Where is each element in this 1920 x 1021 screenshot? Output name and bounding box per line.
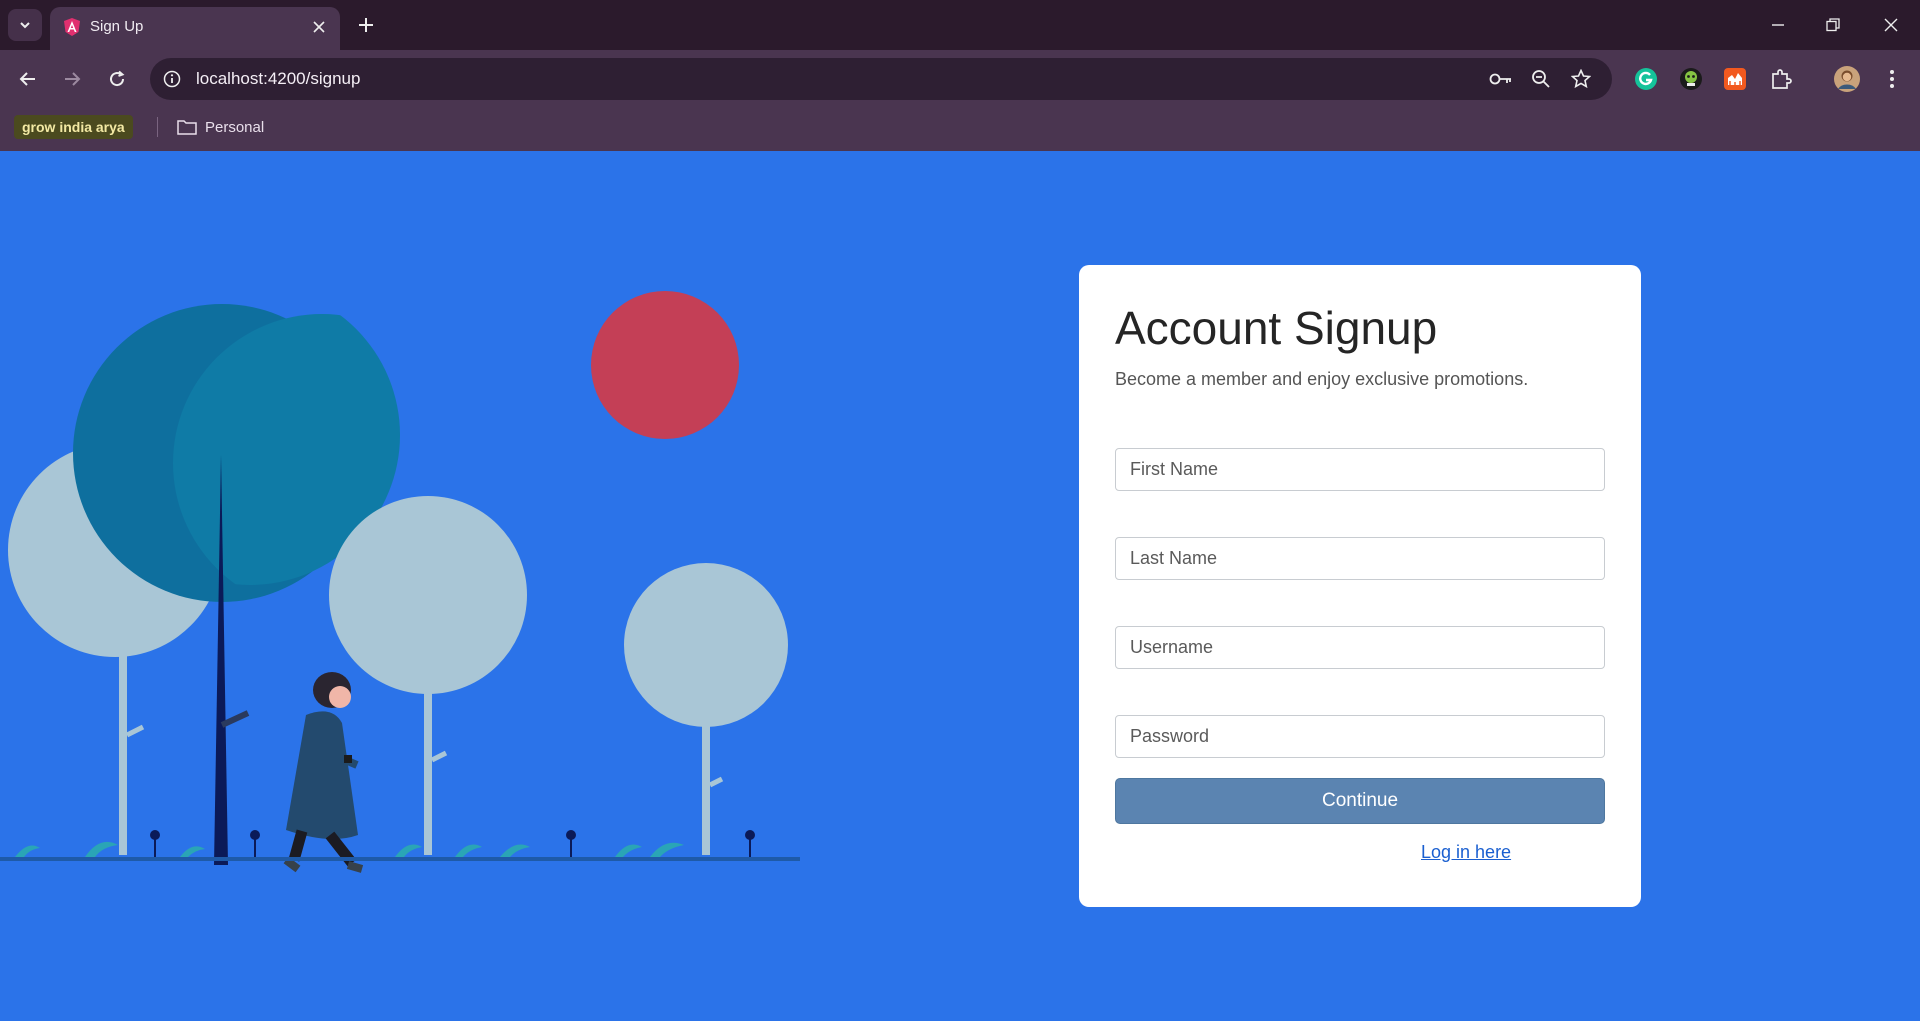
minimize-icon — [1772, 24, 1784, 26]
walking-woman-park-illustration — [0, 275, 800, 873]
close-tab-icon[interactable] — [308, 16, 330, 38]
new-tab-button[interactable] — [352, 11, 380, 39]
arrow-right-icon — [65, 72, 81, 86]
close-window-button[interactable] — [1871, 10, 1911, 40]
star-icon[interactable] — [1568, 67, 1594, 91]
browser-tab-active[interactable]: Sign Up — [50, 7, 340, 50]
chevron-down-icon — [20, 22, 30, 29]
angular-favicon-icon — [62, 17, 82, 37]
password-input[interactable] — [1115, 715, 1605, 758]
last-name-input[interactable] — [1115, 537, 1605, 580]
close-icon — [1884, 18, 1898, 32]
zoom-icon[interactable] — [1528, 67, 1554, 91]
browser-toolbar: localhost:4200/signup — [0, 50, 1920, 108]
folder-icon — [177, 120, 197, 135]
signup-card: Account Signup Become a member and enjoy… — [1079, 265, 1641, 907]
browser-menu-icon[interactable] — [1876, 63, 1908, 95]
bookmarks-bar: grow india arya Personal — [0, 108, 1920, 151]
reload-icon — [110, 70, 125, 87]
extensions-puzzle-icon[interactable] — [1765, 63, 1797, 95]
plus-icon — [359, 18, 373, 32]
bookmark-grow-india-arya[interactable]: grow india arya — [14, 115, 133, 139]
bookmark-folder-label: Personal — [205, 118, 265, 136]
username-input[interactable] — [1115, 626, 1605, 669]
dark-reader-extension-icon[interactable] — [1675, 63, 1707, 95]
grammarly-extension-icon[interactable] — [1630, 63, 1662, 95]
bookmarks-divider — [157, 117, 158, 137]
minimize-window-button[interactable] — [1758, 10, 1798, 40]
reload-button[interactable] — [101, 63, 133, 95]
login-link[interactable]: Log in here — [1421, 842, 1511, 863]
orange-extension-icon[interactable] — [1719, 63, 1751, 95]
signup-subtitle: Become a member and enjoy exclusive prom… — [1115, 369, 1529, 389]
bookmark-folder-personal[interactable]: Personal — [177, 114, 264, 140]
url-text: localhost:4200/signup — [196, 69, 361, 88]
signup-page: Account Signup Become a member and enjoy… — [0, 151, 1920, 1021]
address-bar[interactable]: localhost:4200/signup — [150, 58, 1612, 100]
signup-title: Account Signup — [1115, 302, 1438, 354]
site-info-icon[interactable] — [160, 67, 184, 91]
key-icon[interactable] — [1488, 67, 1514, 91]
back-button[interactable] — [12, 63, 44, 95]
first-name-input[interactable] — [1115, 448, 1605, 491]
tab-search-button[interactable] — [8, 9, 42, 41]
restore-window-button[interactable] — [1813, 10, 1853, 40]
restore-icon — [1826, 18, 1840, 32]
browser-tabstrip: Sign Up — [0, 0, 1920, 50]
arrow-left-icon — [19, 72, 35, 86]
profile-avatar-icon[interactable] — [1831, 63, 1863, 95]
continue-button[interactable]: Continue — [1115, 778, 1605, 824]
tab-title: Sign Up — [90, 18, 144, 35]
forward-button[interactable] — [56, 63, 88, 95]
